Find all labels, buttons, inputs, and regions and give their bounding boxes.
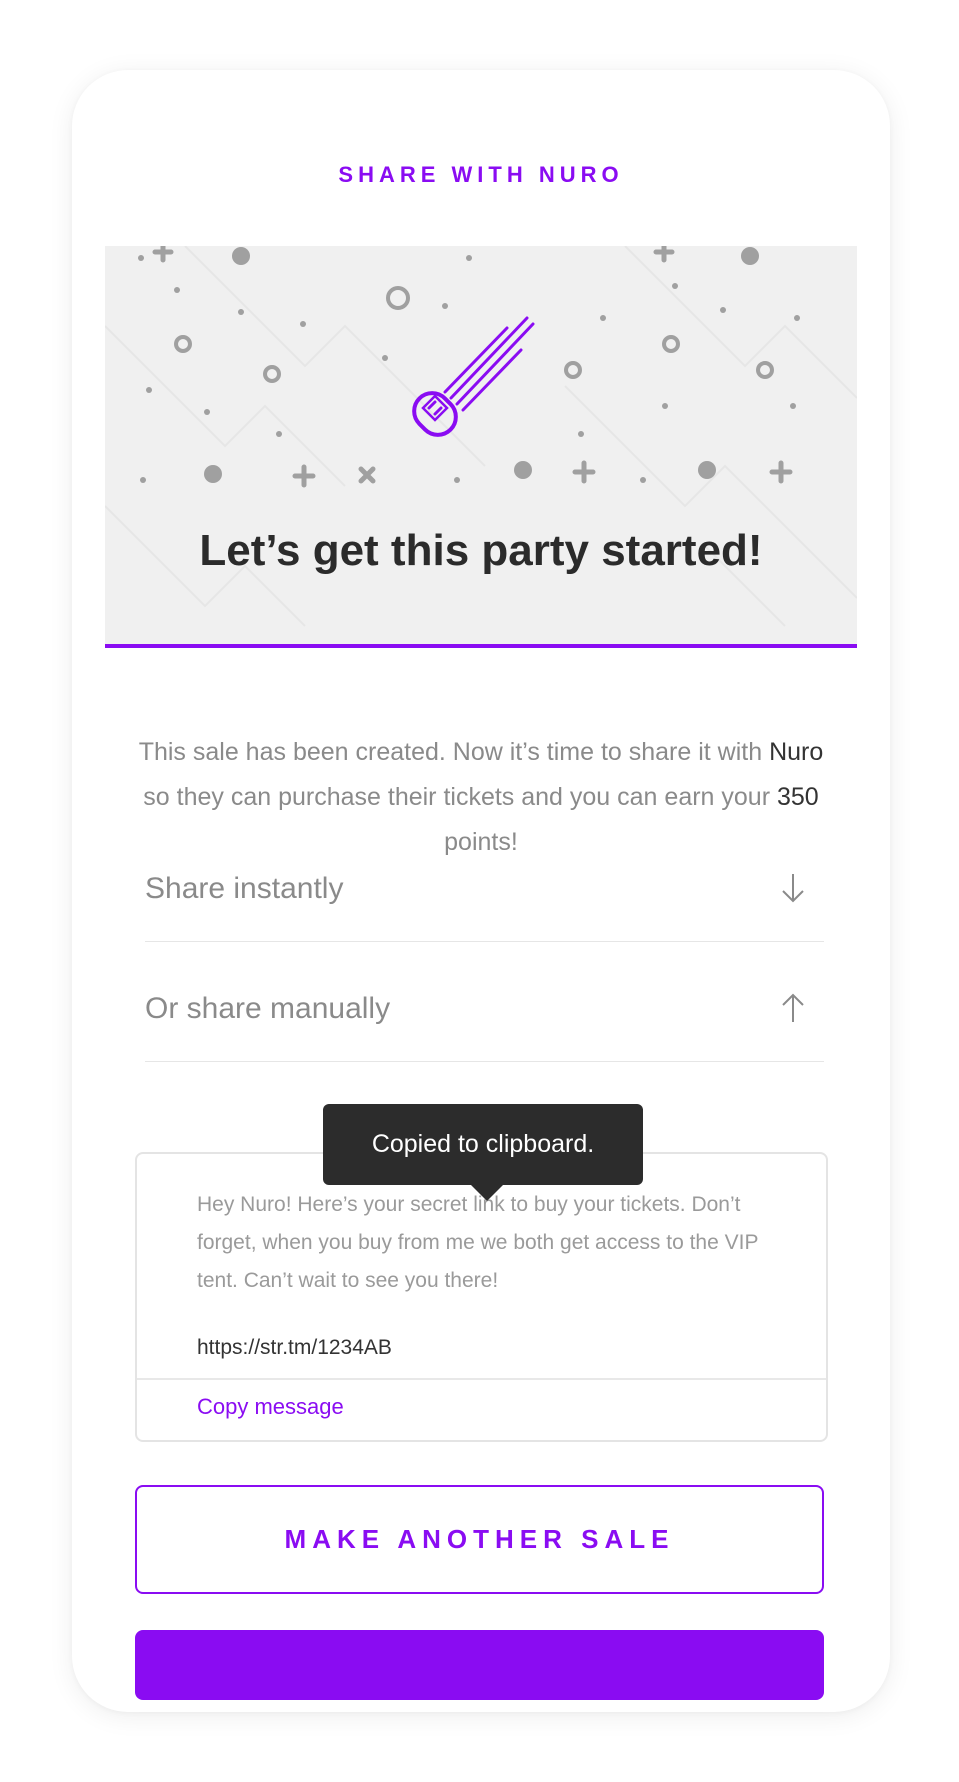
hero-title: Let’s get this party started!	[199, 526, 763, 575]
accordion-share-manually[interactable]: Or share manually	[145, 974, 824, 1062]
primary-button[interactable]	[135, 1630, 824, 1700]
hero-banner: Let’s get this party started!	[105, 246, 857, 648]
copy-message-link[interactable]: Copy message	[197, 1394, 344, 1420]
accordion-label: Share instantly	[145, 872, 344, 905]
arrow-up-icon	[782, 993, 804, 1022]
share-link[interactable]: https://str.tm/1234AB	[197, 1336, 392, 1360]
arrow-down-icon	[782, 874, 804, 903]
intro-text-1: This sale has been created. Now it’s tim…	[138, 738, 770, 766]
points-value: 350	[776, 783, 819, 811]
share-message-text[interactable]: Hey Nuro! Here’s your secret link to buy…	[197, 1186, 786, 1300]
tooltip-caret	[471, 1185, 503, 1201]
page-eyebrow: SHARE WITH NURO	[338, 162, 624, 187]
accordion-label: Or share manually	[145, 992, 391, 1025]
intro-text-3: points!	[444, 828, 518, 856]
accordion-share-instantly[interactable]: Share instantly	[145, 854, 824, 942]
copied-tooltip: Copied to clipboard.	[323, 1104, 643, 1201]
tooltip-text: Copied to clipboard.	[371, 1130, 595, 1158]
recipient-name: Nuro	[769, 738, 824, 766]
intro-paragraph: This sale has been created. Now it’s tim…	[132, 730, 830, 865]
make-another-sale-button[interactable]: MAKE ANOTHER SALE	[135, 1485, 824, 1594]
share-card: SHARE WITH NURO Let’s get this party sta…	[72, 70, 890, 1712]
message-divider	[137, 1378, 826, 1380]
intro-text-2: so they can purchase their tickets and y…	[143, 783, 777, 811]
comet-ticket-icon	[412, 316, 535, 437]
